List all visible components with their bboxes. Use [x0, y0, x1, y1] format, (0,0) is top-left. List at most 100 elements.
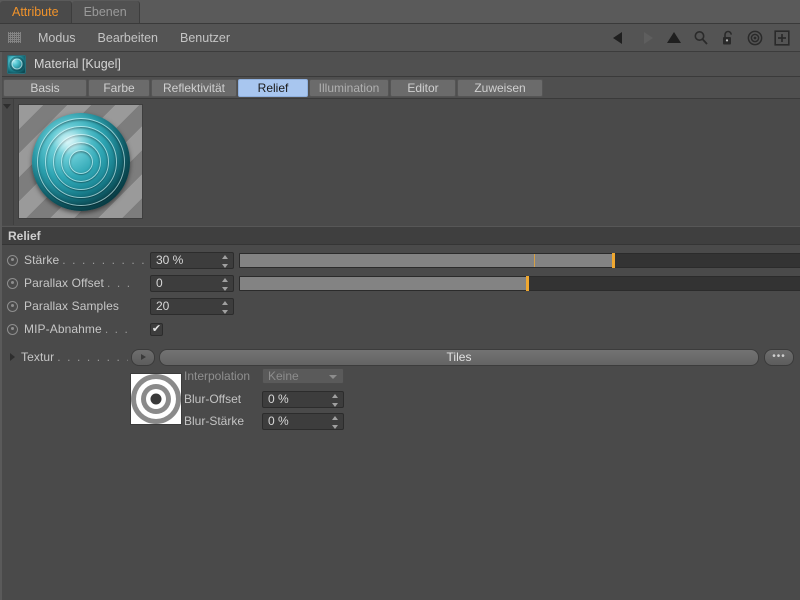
parallax-offset-input[interactable]: 0	[150, 274, 234, 292]
textur-more-button[interactable]: •••	[764, 348, 794, 366]
tab-farbe-label: Farbe	[103, 80, 135, 95]
tab-editor[interactable]: Editor	[390, 78, 456, 97]
window-tab-attribute-label: Attribute	[12, 5, 59, 19]
up-arrow-icon[interactable]	[665, 29, 683, 47]
staerke-stepper[interactable]	[222, 254, 229, 268]
tab-zuweisen-label: Zuweisen	[474, 80, 526, 95]
window-tab-ebenen[interactable]: Ebenen	[71, 1, 140, 23]
texture-thumbnail-bullseye[interactable]	[130, 373, 182, 425]
staerke-slider[interactable]	[239, 252, 800, 268]
animate-dot-icon[interactable]	[7, 300, 18, 312]
parallax-offset-slider[interactable]	[239, 275, 800, 291]
param-row-parallax-samples: Parallax Samples 20	[0, 295, 800, 317]
menu-item-benutzer[interactable]: Benutzer	[169, 24, 241, 52]
param-label-staerke-wrap: Stärke . . . . . . . . . .	[24, 253, 150, 267]
tab-reflektivitaet-label: Reflektivität	[162, 80, 226, 95]
param-row-parallax-offset: Parallax Offset . . . 0	[0, 272, 800, 294]
tab-basis[interactable]: Basis	[3, 78, 87, 97]
preview-highlight	[51, 125, 93, 155]
blur-offset-input[interactable]: 0 %	[262, 390, 344, 408]
back-arrow-icon[interactable]	[611, 29, 629, 47]
menu-bar: Modus Bearbeiten Benutzer	[0, 24, 800, 52]
texture-setting-blur-staerke: Blur-Stärke 0 %	[184, 411, 344, 431]
staerke-slider-fill	[240, 253, 615, 267]
textur-name-field[interactable]: Tiles	[159, 348, 759, 366]
lock-icon[interactable]	[719, 29, 737, 47]
animate-dot-icon[interactable]	[7, 323, 18, 335]
param-label-parallax-samples-wrap: Parallax Samples	[24, 299, 150, 313]
blur-offset-stepper[interactable]	[332, 393, 339, 407]
mip-abnahme-checkbox[interactable]: ✔	[150, 322, 163, 336]
param-label-textur: Textur	[21, 350, 55, 364]
label-dots: . . . . . . . . . .	[62, 253, 147, 267]
menu-item-modus[interactable]: Modus	[27, 24, 87, 52]
menu-item-bearbeiten-label: Bearbeiten	[97, 30, 158, 45]
panel-left-edge	[0, 52, 2, 600]
animate-dot-icon[interactable]	[7, 254, 18, 266]
textur-more-label: •••	[772, 351, 786, 362]
param-row-textur: Textur . . . . . . . . . . . Tiles •••	[0, 346, 800, 368]
search-icon[interactable]	[692, 29, 710, 47]
hatch-grip-icon[interactable]	[8, 32, 21, 43]
object-header: Material [Kugel]	[0, 52, 800, 77]
checkmark-icon: ✔	[151, 322, 162, 335]
tab-editor-label: Editor	[407, 80, 439, 95]
parallax-samples-stepper[interactable]	[222, 300, 229, 314]
parallax-offset-slider-handle[interactable]	[526, 275, 529, 291]
textur-name-value: Tiles	[446, 350, 472, 364]
interpolation-label: Interpolation	[184, 369, 251, 383]
blur-staerke-label: Blur-Stärke	[184, 414, 245, 428]
blur-staerke-value: 0 %	[268, 414, 289, 428]
triangle-right-icon[interactable]	[10, 353, 15, 361]
texture-setting-interpolation: Interpolation Keine	[184, 366, 344, 386]
tab-farbe[interactable]: Farbe	[88, 78, 150, 97]
blur-staerke-input[interactable]: 0 %	[262, 412, 344, 430]
thumbnail-ring	[150, 393, 162, 405]
param-label-mip-abnahme: MIP-Abnahme	[24, 322, 102, 336]
target-icon[interactable]	[746, 29, 764, 47]
param-label-parallax-offset: Parallax Offset	[24, 276, 104, 290]
window-tab-strip: Attribute Ebenen	[0, 0, 800, 24]
texture-setting-blur-offset: Blur-Offset 0 %	[184, 389, 344, 409]
staerke-value: 30 %	[156, 253, 184, 267]
menu-item-bearbeiten[interactable]: Bearbeiten	[87, 24, 169, 52]
tab-basis-label: Basis	[30, 80, 60, 95]
material-channel-tabs: Basis Farbe Reflektivität Relief Illumin…	[0, 77, 800, 99]
window-tab-ebenen-label: Ebenen	[83, 5, 127, 19]
parallax-samples-value: 20	[156, 299, 170, 313]
attribute-manager-window: Attribute Ebenen Modus Bearbeiten Benutz…	[0, 0, 800, 600]
parallax-offset-value: 0	[156, 276, 163, 290]
triangle-down-icon	[3, 104, 11, 109]
parallax-samples-input[interactable]: 20	[150, 297, 234, 315]
material-preview-sphere[interactable]	[18, 104, 143, 219]
staerke-slider-handle[interactable]	[612, 252, 616, 268]
window-tab-attribute[interactable]: Attribute	[0, 1, 72, 23]
menu-item-benutzer-label: Benutzer	[180, 30, 231, 45]
staerke-slider-tick	[533, 253, 535, 267]
staerke-input[interactable]: 30 %	[150, 251, 234, 269]
group-header-relief: Relief	[0, 226, 800, 245]
label-dots: . . .	[104, 322, 130, 336]
tab-illumination[interactable]: Illumination	[309, 78, 389, 97]
tab-illumination-label: Illumination	[318, 80, 380, 95]
tab-relief-label: Relief	[257, 80, 289, 95]
tab-reflektivitaet[interactable]: Reflektivität	[151, 78, 237, 97]
tab-relief[interactable]: Relief	[238, 78, 308, 97]
blur-staerke-stepper[interactable]	[332, 415, 339, 429]
animate-dot-icon[interactable]	[7, 277, 18, 289]
parallax-offset-stepper[interactable]	[222, 277, 229, 291]
param-label-textur-wrap: Textur . . . . . . . . . . .	[21, 350, 131, 364]
param-row-staerke: Stärke . . . . . . . . . . 30 %	[0, 249, 800, 271]
interpolation-value: Keine	[268, 369, 299, 383]
param-label-mip-abnahme-wrap: MIP-Abnahme . . .	[24, 322, 150, 336]
blur-offset-label: Blur-Offset	[184, 392, 242, 406]
forward-arrow-icon[interactable]	[638, 29, 656, 47]
interpolation-select[interactable]: Keine	[262, 368, 344, 384]
tab-zuweisen[interactable]: Zuweisen	[457, 78, 543, 97]
preview-collapse-column[interactable]	[0, 99, 14, 225]
param-label-parallax-offset-wrap: Parallax Offset . . .	[24, 276, 150, 290]
textur-play-arrow-button[interactable]	[131, 348, 155, 366]
label-dots: . . .	[106, 276, 132, 290]
group-header-label: Relief	[8, 228, 41, 243]
add-box-icon[interactable]	[773, 29, 791, 47]
